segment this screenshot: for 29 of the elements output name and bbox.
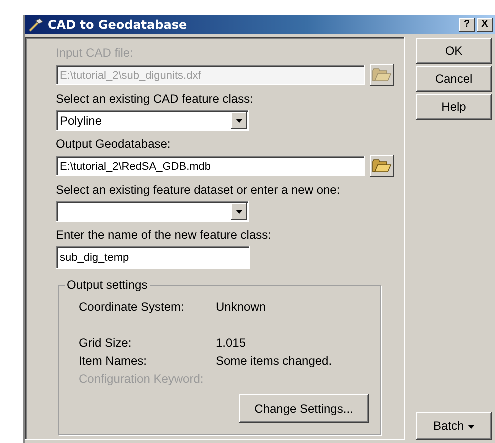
field-label: Select an existing CAD feature class: — [56, 92, 254, 106]
hammer-icon — [29, 18, 45, 32]
dropdown[interactable]: Polyline — [56, 110, 249, 131]
setting-value: Unknown — [216, 300, 266, 314]
folder-button[interactable] — [370, 155, 394, 177]
setting-label: Item Names: — [79, 354, 148, 368]
dropdown[interactable] — [56, 201, 249, 222]
setting-label: Grid Size: — [79, 336, 133, 350]
dialog-button[interactable]: Help — [416, 94, 492, 120]
field-label: Select an existing feature dataset or enter a new one: — [56, 183, 342, 197]
setting-value: Some items changed. — [216, 354, 332, 368]
group-title: Output settings — [65, 278, 150, 292]
field-label: Enter the name of the new feature class: — [56, 228, 272, 242]
dialog-button[interactable]: OK — [416, 38, 492, 64]
close-button[interactable]: X — [477, 18, 493, 32]
setting-label: Coordinate System: — [79, 300, 186, 314]
dialog-button[interactable]: Cancel — [416, 66, 492, 92]
setting-label: Configuration Keyword: — [79, 372, 205, 386]
dropdown-arrow-icon — [468, 424, 475, 429]
setting-value: 1.015 — [216, 336, 246, 350]
help-button[interactable]: ? — [459, 18, 475, 32]
field-label: Output Geodatabase: — [56, 137, 172, 151]
window-title: CAD to Geodatabase — [48, 18, 188, 32]
text-field[interactable]: sub_dig_temp — [56, 246, 250, 269]
path-field[interactable]: E:\tutorial_2\RedSA_GDB.mdb — [56, 156, 366, 176]
batch-button[interactable]: Batch — [416, 412, 492, 440]
field-label: Input CAD file: — [56, 46, 134, 60]
folder-button[interactable] — [370, 64, 394, 86]
change-settings-button[interactable]: Change Settings... — [239, 394, 369, 423]
